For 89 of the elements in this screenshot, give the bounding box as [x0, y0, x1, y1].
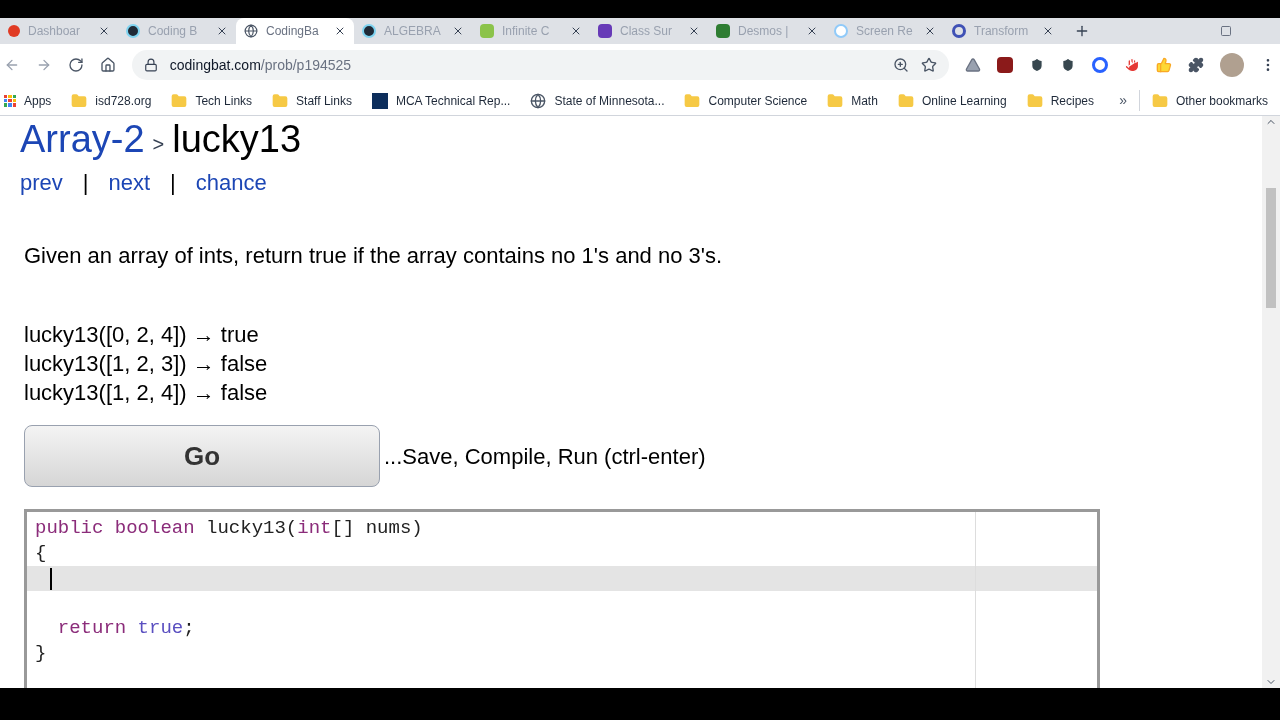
- thumbs-up-icon[interactable]: [1156, 57, 1173, 73]
- bookmark[interactable]: Tech Links: [171, 91, 253, 110]
- url-text: codingbat.com/prob/p194525: [169, 55, 353, 75]
- go-button[interactable]: Go: [24, 425, 380, 487]
- code-line: }: [35, 641, 47, 667]
- problem-title: lucky13: [172, 120, 302, 158]
- tab-title: CodingBa: [266, 23, 320, 40]
- bookmark[interactable]: Math: [827, 91, 878, 110]
- tab-favicon-icon: [952, 24, 966, 38]
- tab-title: Class Sur: [620, 23, 673, 40]
- lock-icon: [143, 58, 158, 72]
- hand-icon[interactable]: [1124, 57, 1141, 73]
- nav-link[interactable]: chance: [195, 166, 267, 199]
- bookmark[interactable]: MCA Technical Rep...: [371, 91, 511, 110]
- folder-icon: [1151, 92, 1168, 109]
- problem-description: Given an array of ints, return true if the array contains no 1's and no 3's.: [24, 242, 724, 270]
- site-favicon-icon: [371, 92, 388, 109]
- nav-link[interactable]: next: [108, 166, 151, 199]
- close-icon[interactable]: [924, 25, 936, 37]
- close-icon[interactable]: [216, 25, 228, 37]
- globe-icon: [530, 92, 547, 109]
- tab-favicon-icon: [598, 24, 612, 38]
- tab-favicon-icon: [362, 24, 376, 38]
- folder-icon: [71, 92, 88, 109]
- go-hint: ...Save, Compile, Run (ctrl-enter): [384, 442, 706, 471]
- bookmark[interactable]: Staff Links: [272, 91, 352, 110]
- bookmarks-overflow-button[interactable]: »: [1107, 90, 1140, 111]
- example-text: lucky13([1, 2, 3]) → false: [24, 350, 269, 378]
- globe-icon: [244, 24, 258, 38]
- tab-favicon-icon: [834, 24, 848, 38]
- code-line: return true;: [56, 616, 195, 642]
- bookmark[interactable]: Online Learning: [897, 91, 1007, 110]
- scrollbar[interactable]: [1262, 116, 1280, 688]
- tab-title: Transform: [974, 23, 1030, 40]
- browser-tab[interactable]: CodingBa: [236, 18, 354, 44]
- close-icon[interactable]: [806, 25, 818, 37]
- close-icon[interactable]: [334, 25, 346, 37]
- bookmark[interactable]: Other bookmarks: [1139, 91, 1280, 110]
- tab-title: Infinite C: [502, 23, 551, 40]
- folder-icon: [684, 92, 701, 109]
- folder-icon: [171, 92, 188, 109]
- bookmark[interactable]: State of Minnesota...: [530, 91, 665, 110]
- tab-favicon-icon: [8, 25, 20, 37]
- close-icon[interactable]: [98, 25, 110, 37]
- example-text: lucky13([0, 2, 4]) → true: [24, 321, 260, 349]
- puzzle-icon[interactable]: [1188, 57, 1205, 73]
- bookmark[interactable]: Recipes: [1026, 91, 1094, 110]
- tab-title: Screen Re: [856, 23, 914, 40]
- reload-icon[interactable]: [67, 57, 84, 73]
- nav-separator: |: [82, 169, 89, 197]
- apps-grid-icon: [4, 94, 16, 107]
- tab-title: Dashboar: [28, 23, 82, 40]
- close-icon[interactable]: [1042, 25, 1054, 37]
- triangle-icon[interactable]: [964, 57, 981, 73]
- text-cursor: [50, 567, 52, 590]
- tab-favicon-icon: [716, 24, 730, 38]
- tab-title: Coding B: [148, 23, 199, 40]
- folder-icon: [1026, 92, 1043, 109]
- tab-favicon-icon: [126, 24, 140, 38]
- close-icon[interactable]: [688, 25, 700, 37]
- star-icon[interactable]: [920, 57, 937, 73]
- folder-icon: [897, 92, 914, 109]
- folder-icon: [827, 92, 844, 109]
- bookmark[interactable]: Apps: [4, 91, 52, 110]
- example-text: lucky13([1, 2, 4]) → false: [24, 379, 269, 407]
- tab-title: Desmos |: [738, 23, 790, 40]
- nav-separator: |: [170, 169, 176, 197]
- bookmark[interactable]: Computer Science: [684, 91, 808, 110]
- close-icon[interactable]: [570, 25, 582, 37]
- pdf-icon[interactable]: [996, 57, 1013, 73]
- nav-link[interactable]: prev: [20, 166, 63, 199]
- address-bar[interactable]: codingbat.com/prob/p194525: [131, 50, 949, 80]
- section-link[interactable]: Array-2: [20, 120, 145, 158]
- folder-icon: [272, 92, 289, 109]
- code-editor[interactable]: public boolean lucky13(int[] nums) { return true; }: [24, 509, 1100, 688]
- home-icon[interactable]: [99, 57, 116, 73]
- zoom-icon[interactable]: [892, 57, 909, 73]
- code-line: public boolean lucky13(int[] nums): [35, 516, 423, 542]
- new-tab-icon[interactable]: [1074, 23, 1090, 39]
- bookmark[interactable]: isd728.org: [71, 91, 152, 110]
- shield-icon[interactable]: [1028, 57, 1045, 73]
- breadcrumb-separator: >: [152, 134, 165, 154]
- tab-title: ALGEBRA: [384, 23, 442, 40]
- code-line: {: [35, 541, 47, 567]
- close-icon[interactable]: [452, 25, 464, 37]
- scrollbar-thumb[interactable]: [1266, 188, 1276, 308]
- restore-icon[interactable]: [1220, 25, 1232, 37]
- tab-favicon-icon: [480, 24, 494, 38]
- shield-icon[interactable]: [1060, 57, 1077, 73]
